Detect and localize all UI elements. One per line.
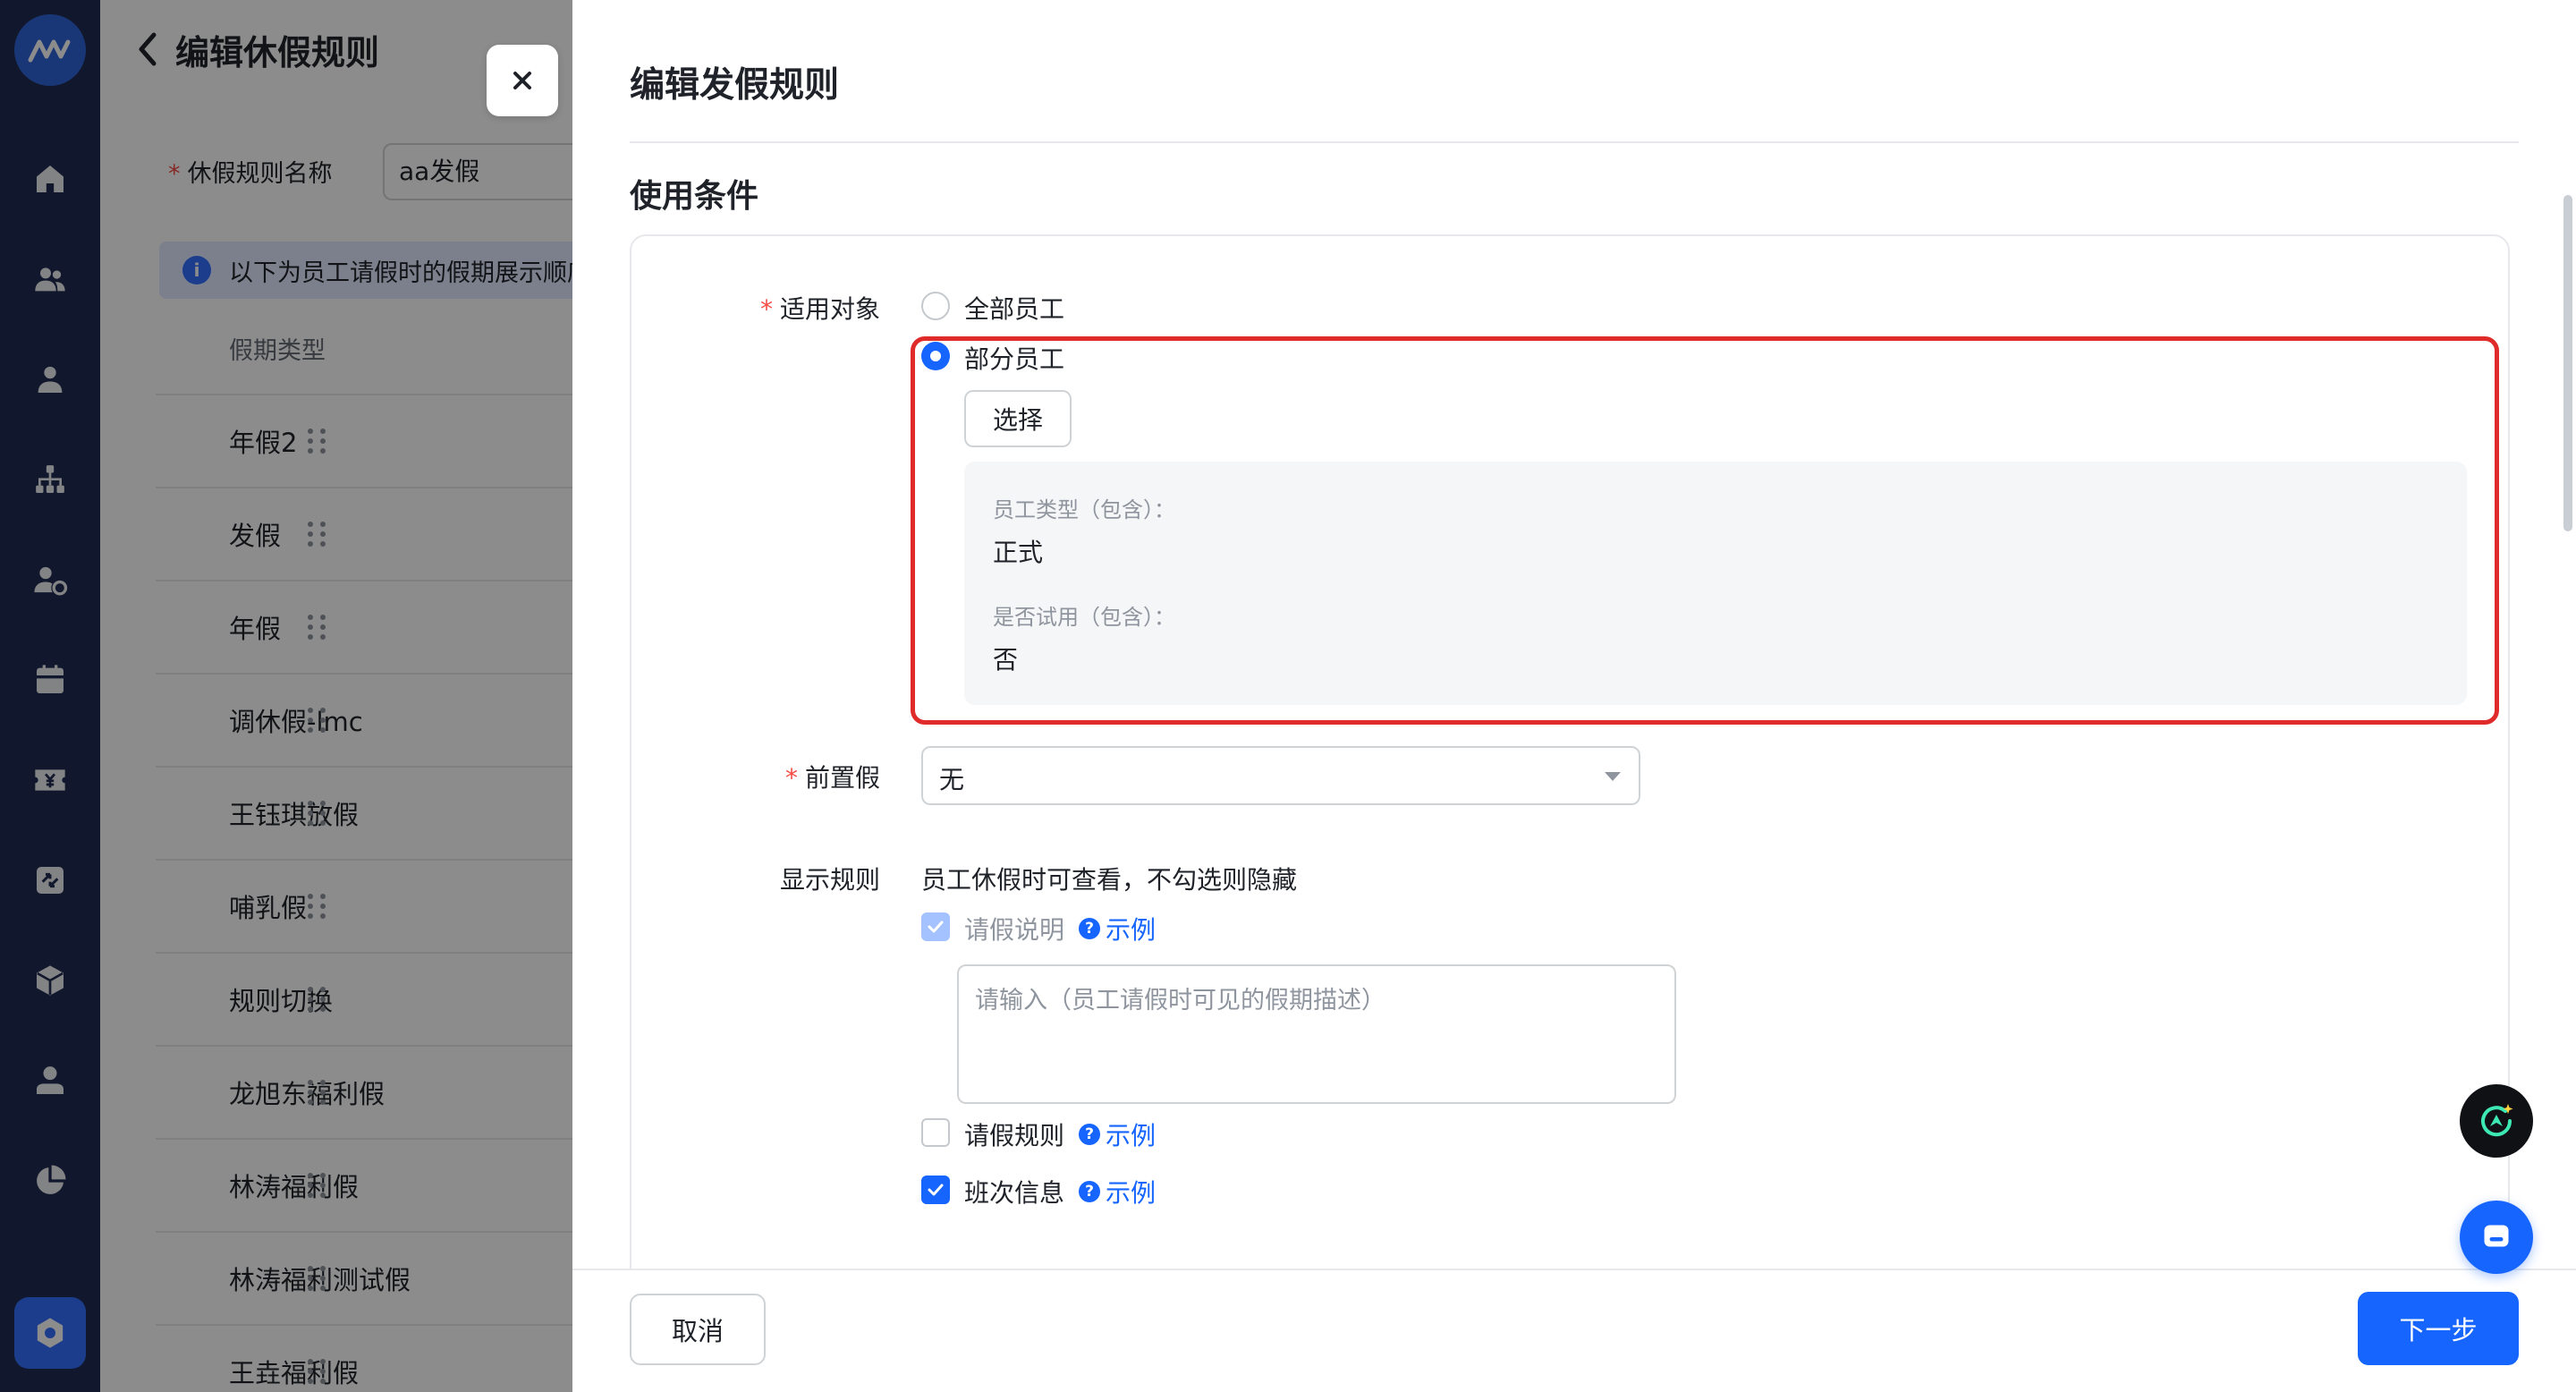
display-rules-hint: 员工休假时可查看，不勾选则隐藏 xyxy=(921,865,1298,895)
check-icon xyxy=(928,1184,944,1196)
condition-label: 是否试用（包含）： xyxy=(993,605,1175,630)
drawer-title: 编辑发假规则 xyxy=(630,65,840,106)
drawer-scrollbar[interactable] xyxy=(2563,195,2572,531)
checkbox-leave-description-label: 请假说明 xyxy=(964,915,1065,945)
checkbox-leave-description[interactable] xyxy=(921,912,950,941)
title-divider xyxy=(630,141,2519,143)
condition-summary: 员工类型（包含）： 正式 是否试用（包含）： 否 xyxy=(964,462,2467,705)
modal-overlay[interactable] xyxy=(0,0,572,1392)
section-title: 使用条件 xyxy=(630,178,759,215)
ai-assistant-button[interactable] xyxy=(2460,1084,2533,1158)
condition-value: 正式 xyxy=(993,538,1044,567)
option-partial-employees[interactable]: 部分员工 xyxy=(964,340,1064,376)
chat-support-button[interactable] xyxy=(2460,1201,2533,1274)
applicable-label: * 适用对象 xyxy=(759,294,880,324)
prerequisite-label: * 前置假 xyxy=(784,763,880,793)
checkbox-shift-info[interactable] xyxy=(921,1176,950,1204)
chat-icon xyxy=(2484,1225,2509,1247)
condition-value: 否 xyxy=(993,645,1019,675)
prerequisite-value: 无 xyxy=(939,765,965,794)
radio-partial-employees[interactable] xyxy=(921,342,950,370)
question-icon: ? xyxy=(1079,1181,1100,1202)
checkbox-shift-info-label: 班次信息 xyxy=(964,1178,1065,1208)
checkbox-leave-rules-label: 请假规则 xyxy=(964,1121,1065,1150)
ai-assistant-icon xyxy=(2481,1104,2513,1137)
question-icon: ? xyxy=(1079,1124,1100,1145)
checkbox-leave-rules[interactable] xyxy=(921,1118,950,1147)
cancel-button[interactable]: 取消 xyxy=(630,1294,766,1365)
display-rules-label: 显示规则 xyxy=(779,865,880,895)
description-textarea[interactable]: 请输入（员工请假时可见的假期描述） xyxy=(957,964,1676,1104)
example-link[interactable]: ? 示例 xyxy=(1079,1116,1156,1152)
select-employees-button[interactable]: 选择 xyxy=(964,390,1072,447)
close-icon xyxy=(513,72,531,89)
caret-down-icon xyxy=(1605,772,1621,781)
option-all-employees[interactable]: 全部员工 xyxy=(964,290,1064,326)
next-step-button[interactable]: 下一步 xyxy=(2358,1292,2519,1365)
radio-all-employees[interactable] xyxy=(921,292,950,320)
prerequisite-select[interactable]: 无 xyxy=(921,746,1640,805)
check-icon xyxy=(928,921,944,933)
example-link[interactable]: ? 示例 xyxy=(1079,1174,1156,1210)
question-icon: ? xyxy=(1079,918,1100,939)
condition-label: 员工类型（包含）： xyxy=(993,497,1175,522)
example-link[interactable]: ? 示例 xyxy=(1079,911,1156,946)
drawer-footer: 取消 下一步 xyxy=(572,1269,2576,1392)
close-button[interactable] xyxy=(487,45,558,116)
